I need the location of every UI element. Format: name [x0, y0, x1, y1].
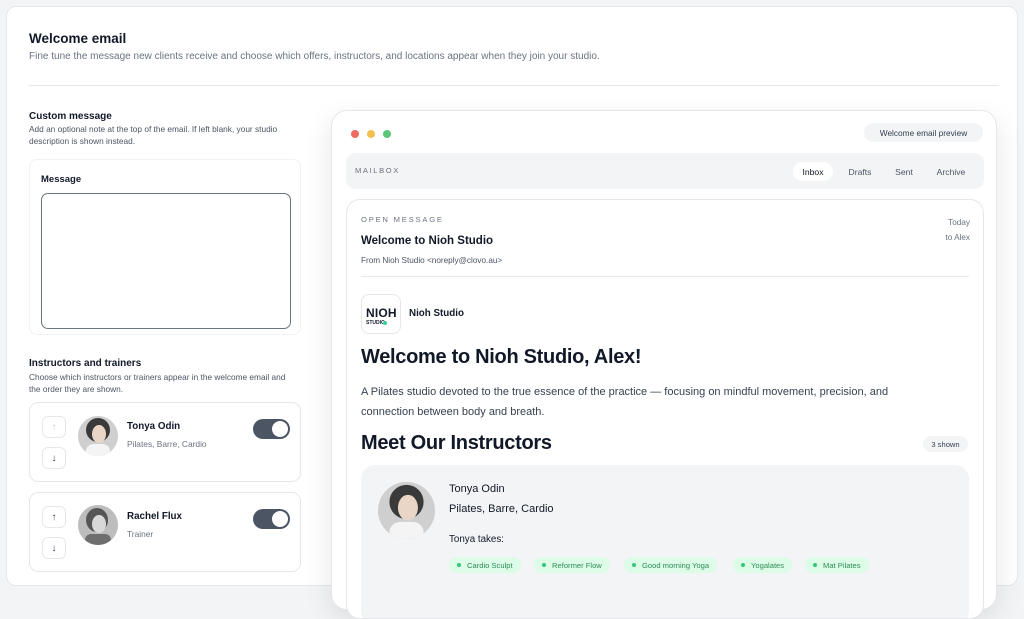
avatar: [378, 482, 435, 539]
email-description: A Pilates studio devoted to the true ess…: [361, 386, 889, 418]
tab-inbox[interactable]: Inbox: [793, 162, 833, 181]
tab-drafts[interactable]: Drafts: [840, 162, 880, 181]
instructor-toggle[interactable]: [253, 419, 290, 439]
preview-badge: Welcome email preview: [864, 123, 983, 142]
maximize-dot-icon: [383, 130, 391, 138]
mailbox-label: MAILBOX: [355, 166, 400, 175]
message-divider: [361, 276, 969, 277]
close-dot-icon: [351, 130, 359, 138]
toggle-knob: [272, 511, 288, 527]
featured-takes-label: Tonya takes:: [449, 534, 505, 545]
move-down-button[interactable]: ↓: [42, 537, 66, 559]
dot-icon: [741, 563, 745, 567]
instructor-row: ↑ ↓ Tonya Odin Pilates, Barre, Cardio: [29, 402, 301, 482]
message-textarea[interactable]: [41, 193, 291, 329]
shown-count-badge: 3 shown: [923, 436, 968, 452]
message-date: Today: [948, 218, 970, 227]
dot-icon: [457, 563, 461, 567]
class-pill: Good morning Yoga: [624, 557, 718, 573]
email-headline: Welcome to Nioh Studio, Alex!: [361, 346, 642, 368]
studio-name: Nioh Studio: [409, 308, 464, 319]
dot-icon: [542, 563, 546, 567]
custom-message-description: Add an optional note at the top of the e…: [29, 124, 278, 146]
instructor-meta: Pilates, Barre, Cardio: [127, 439, 207, 449]
instructor-row: ↑ ↓ Rachel Flux Trainer: [29, 492, 301, 572]
class-pill: Reformer Flow: [534, 557, 610, 573]
instructors-heading: Meet Our Instructors: [361, 432, 552, 454]
featured-instructor-name: Tonya Odin: [449, 483, 505, 495]
featured-instructor-panel: Tonya Odin Pilates, Barre, Cardio Tonya …: [361, 465, 969, 618]
message-field-box: Message: [29, 159, 301, 335]
message-subject: Welcome to Nioh Studio: [361, 235, 494, 247]
class-pill: Yogalates: [733, 557, 793, 573]
open-message-label: OPEN MESSAGE: [361, 215, 444, 224]
arrow-up-icon: ↑: [51, 511, 57, 523]
header-divider: [29, 85, 999, 86]
instructor-name: Rachel Flux: [127, 511, 182, 522]
open-message-pane: OPEN MESSAGE Welcome to Nioh Studio From…: [346, 199, 984, 619]
message-recipient: to Alex: [945, 233, 970, 242]
arrow-down-icon: ↓: [51, 452, 57, 464]
instructors-description: Choose which instructors or trainers app…: [29, 372, 286, 394]
class-pill: Mat Pilates: [805, 557, 869, 573]
dot-icon: [813, 563, 817, 567]
instructor-toggle[interactable]: [253, 509, 290, 529]
page-subtitle: Fine tune the message new clients receiv…: [29, 51, 600, 62]
message-label: Message: [41, 174, 82, 185]
page-title: Welcome email: [29, 31, 127, 46]
logo-wordmark: NIOH: [366, 306, 397, 320]
tab-archive[interactable]: Archive: [928, 162, 974, 181]
avatar: [78, 505, 118, 545]
message-from: From Nioh Studio <noreply@clovo.au>: [361, 256, 503, 265]
email-preview-window: Welcome email preview MAILBOX Inbox Draf…: [331, 110, 997, 619]
instructor-name: Tonya Odin: [127, 421, 181, 432]
featured-instructor-roles: Pilates, Barre, Cardio: [449, 503, 554, 515]
logo-dot-icon: [383, 321, 387, 325]
move-down-button[interactable]: ↓: [42, 447, 66, 469]
tab-sent[interactable]: Sent: [884, 162, 924, 181]
welcome-email-settings-card: Welcome email Fine tune the message new …: [6, 6, 1018, 619]
toggle-knob: [272, 421, 288, 437]
minimize-dot-icon: [367, 130, 375, 138]
instructors-title: Instructors and trainers: [29, 358, 142, 369]
move-up-button[interactable]: ↑: [42, 416, 66, 438]
avatar: [78, 416, 118, 456]
arrow-up-icon: ↑: [51, 421, 57, 433]
studio-logo: NIOH STUDIO: [361, 294, 401, 334]
mailbox-bar: MAILBOX Inbox Drafts Sent Archive: [346, 153, 984, 189]
message-meta: Today to Alex: [945, 215, 970, 245]
dot-icon: [632, 563, 636, 567]
class-pill: Cardio Sculpt: [449, 557, 521, 573]
custom-message-title: Custom message: [29, 111, 112, 122]
instructor-meta: Trainer: [127, 529, 154, 539]
move-up-button[interactable]: ↑: [42, 506, 66, 528]
arrow-down-icon: ↓: [51, 542, 57, 554]
